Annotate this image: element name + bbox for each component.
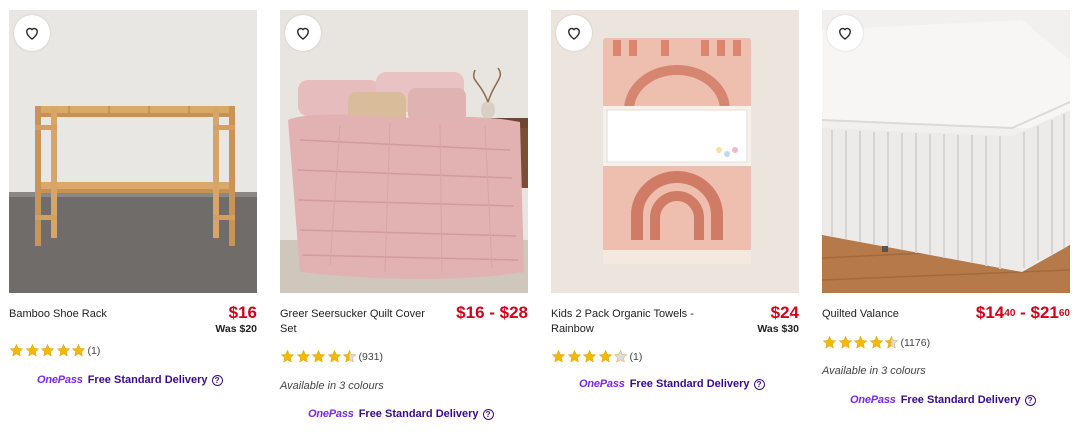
- star-icon: [296, 349, 310, 363]
- star-icon: [71, 343, 86, 357]
- delivery-info: OnePass Free Standard Delivery ?: [308, 408, 494, 420]
- review-count: (1176): [900, 336, 931, 349]
- onepass-logo: OnePass: [37, 374, 83, 386]
- star-icon: [598, 349, 612, 363]
- star-rating: [551, 349, 629, 364]
- wishlist-button[interactable]: [285, 15, 321, 51]
- star-rating: [822, 335, 900, 350]
- delivery-info: OnePass Free Standard Delivery ?: [579, 378, 765, 390]
- price-low-dollars: $14: [975, 303, 1005, 322]
- product-name[interactable]: Quilted Valance: [822, 307, 972, 322]
- product-image[interactable]: [551, 10, 799, 293]
- wishlist-button[interactable]: [14, 15, 50, 51]
- wishlist-button[interactable]: [556, 15, 592, 51]
- rating[interactable]: (1176): [822, 335, 930, 350]
- heart-outline-icon: [568, 27, 580, 40]
- price-high-dollars: $21: [1030, 303, 1059, 322]
- star-icon: [884, 335, 899, 349]
- product-card[interactable]: Kids 2 Pack Organic Towels - Rainbow $24…: [551, 10, 799, 390]
- star-icon: [40, 343, 55, 357]
- rating[interactable]: (1): [551, 349, 642, 364]
- delivery-text: Free Standard Delivery: [629, 378, 750, 390]
- price-low-cents: 40: [1004, 308, 1016, 319]
- product-card[interactable]: Greer Seersucker Quilt Cover Set $16 - $…: [280, 10, 528, 420]
- star-icon: [822, 335, 837, 349]
- product-price: $1440 - $2160: [976, 303, 1070, 323]
- product-image[interactable]: [822, 10, 1070, 293]
- onepass-logo: OnePass: [308, 408, 354, 420]
- star-icon: [551, 349, 566, 363]
- delivery-text: Free Standard Delivery: [358, 408, 479, 420]
- star-icon: [280, 349, 295, 363]
- question-circle-icon[interactable]: ?: [211, 374, 223, 386]
- delivery-text: Free Standard Delivery: [900, 394, 1021, 406]
- price-box: $16 - $28: [456, 303, 528, 323]
- product-card[interactable]: Quilted Valance $1440 - $2160 (1176) Ava…: [822, 10, 1070, 406]
- towels-image: [551, 10, 799, 293]
- onepass-logo: OnePass: [850, 394, 896, 406]
- delivery-info: OnePass Free Standard Delivery ?: [850, 394, 1036, 406]
- star-icon: [613, 349, 628, 363]
- product-image[interactable]: [280, 10, 528, 293]
- review-count: (1): [629, 350, 643, 363]
- star-icon: [582, 349, 597, 363]
- price-box: $16 Was $20: [215, 303, 257, 336]
- question-circle-icon[interactable]: ?: [482, 408, 494, 420]
- quilt-cover-image: [280, 10, 528, 293]
- question-circle-icon[interactable]: ?: [753, 378, 765, 390]
- product-price: $16 - $28: [456, 303, 528, 322]
- price-box: $24 Was $30: [757, 303, 799, 336]
- question-circle-icon[interactable]: ?: [1024, 394, 1036, 406]
- star-icon: [869, 335, 883, 349]
- star-icon: [327, 349, 341, 363]
- star-icon: [853, 335, 868, 349]
- colour-availability: Available in 3 colours: [280, 380, 384, 392]
- price-high-cents: 60: [1058, 308, 1070, 319]
- star-rating: [9, 343, 87, 358]
- product-price: $16: [228, 303, 257, 322]
- product-info: Bamboo Shoe Rack $16 Was $20: [9, 303, 257, 347]
- price-box: $1440 - $2160: [976, 303, 1070, 323]
- heart-outline-icon: [839, 27, 851, 40]
- product-card[interactable]: Bamboo Shoe Rack $16 Was $20 (1) OnePass…: [9, 10, 257, 386]
- review-count: (931): [358, 350, 384, 363]
- rating[interactable]: (1): [9, 343, 100, 358]
- star-rating: [280, 349, 358, 364]
- was-price: Was $20: [215, 323, 257, 335]
- delivery-text: Free Standard Delivery: [87, 374, 208, 386]
- colour-availability: Available in 3 colours: [822, 365, 926, 377]
- rating[interactable]: (931): [280, 349, 383, 364]
- star-icon: [56, 343, 70, 357]
- product-name[interactable]: Bamboo Shoe Rack: [9, 307, 159, 322]
- star-icon: [342, 349, 357, 363]
- star-icon: [25, 343, 39, 357]
- star-icon: [9, 343, 24, 357]
- onepass-logo: OnePass: [579, 378, 625, 390]
- heart-outline-icon: [297, 27, 309, 40]
- star-icon: [311, 349, 326, 363]
- product-price: $24: [770, 303, 799, 322]
- product-name[interactable]: Greer Seersucker Quilt Cover Set: [280, 307, 430, 337]
- wishlist-button[interactable]: [827, 15, 863, 51]
- product-image[interactable]: [9, 10, 257, 293]
- valance-image: [822, 10, 1070, 293]
- shoe-rack-image: [9, 10, 257, 293]
- heart-outline-icon: [26, 27, 38, 40]
- star-icon: [567, 349, 581, 363]
- product-info: Greer Seersucker Quilt Cover Set $16 - $…: [280, 303, 528, 347]
- price-separator: -: [1015, 303, 1031, 322]
- product-name[interactable]: Kids 2 Pack Organic Towels - Rainbow: [551, 307, 701, 337]
- was-price: Was $30: [757, 323, 799, 335]
- product-info: Kids 2 Pack Organic Towels - Rainbow $24…: [551, 303, 799, 347]
- star-icon: [838, 335, 852, 349]
- delivery-info: OnePass Free Standard Delivery ?: [37, 374, 223, 386]
- review-count: (1): [87, 344, 101, 357]
